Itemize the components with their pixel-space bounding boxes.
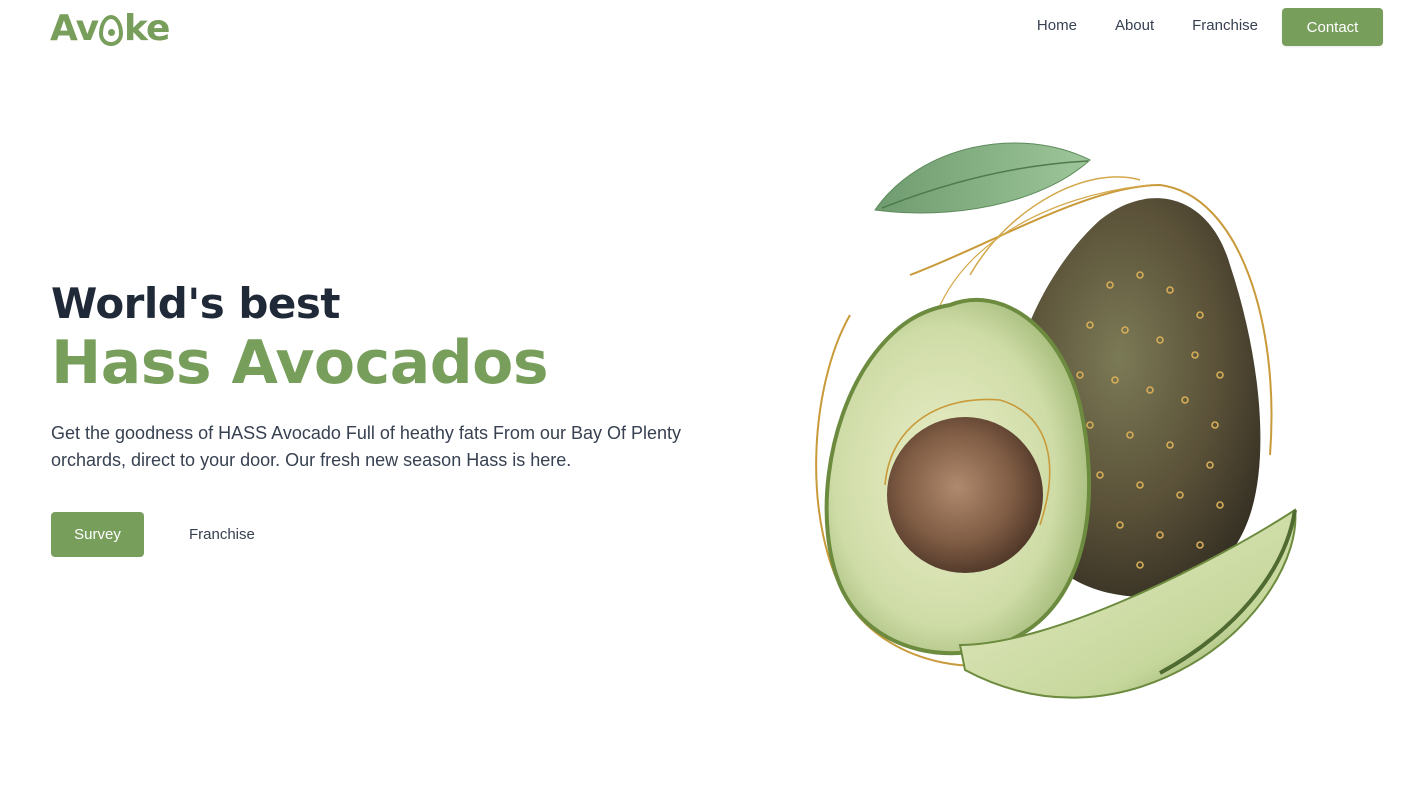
nav-link-franchise[interactable]: Franchise: [1192, 17, 1258, 34]
top-navbar: Av ke Home About Franchise Contact: [0, 0, 1418, 56]
avocado-illustration-icon: [815, 142, 1297, 699]
survey-button[interactable]: Survey: [51, 512, 144, 557]
logo-text-right: ke: [124, 7, 170, 49]
franchise-link[interactable]: Franchise: [189, 526, 255, 543]
contact-button[interactable]: Contact: [1282, 8, 1383, 46]
main-nav: Home About Franchise: [1037, 17, 1258, 34]
hero-cta-row: Survey Franchise: [51, 512, 731, 557]
hero-headline-top: World's best: [51, 279, 340, 328]
nav-link-about[interactable]: About: [1115, 17, 1154, 34]
logo-text-left: Av: [50, 7, 99, 49]
hero-subtitle: Get the goodness of HASS Avocado Full of…: [51, 423, 681, 470]
brand-logo[interactable]: Av ke: [50, 7, 170, 49]
avocado-logo-icon: [99, 14, 124, 46]
hero-headline-bottom: Hass Avocados: [51, 328, 549, 398]
nav-link-home[interactable]: Home: [1037, 17, 1077, 34]
avocado-illustration: [790, 125, 1320, 715]
hero-section: World's best Hass Avocados Get the goodn…: [51, 278, 731, 557]
